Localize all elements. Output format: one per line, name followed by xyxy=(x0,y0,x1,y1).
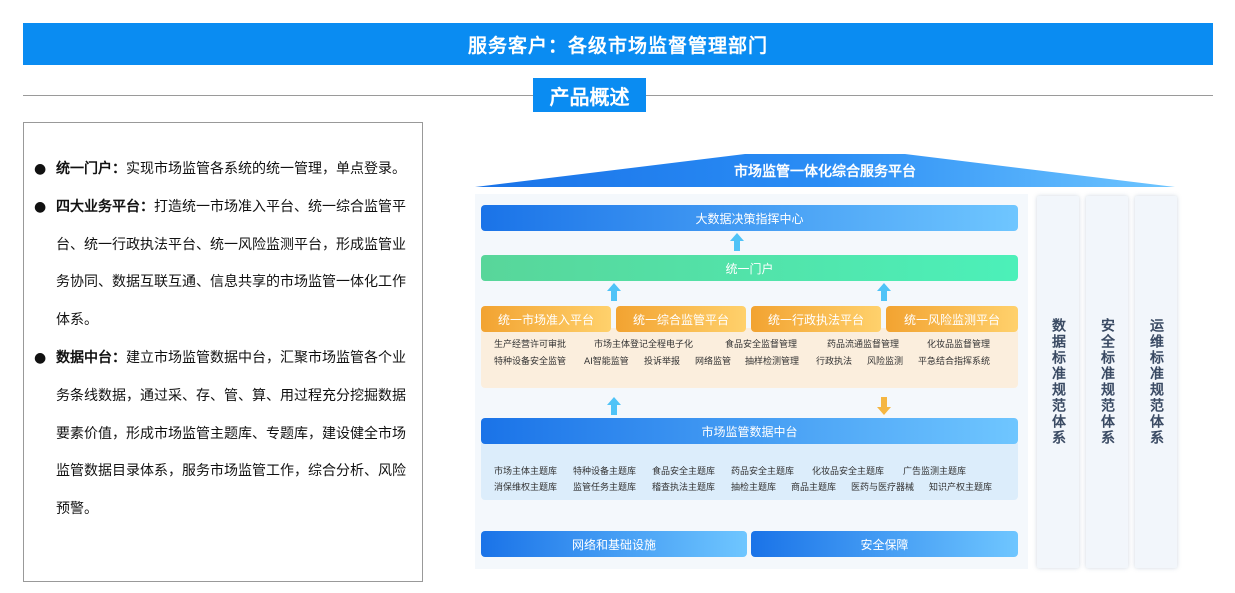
data-item: 消保维权主题库 xyxy=(494,483,558,493)
platform-label: 统一风险监测平台 xyxy=(903,312,1000,327)
data-item: 食品安全主题库 xyxy=(652,467,716,477)
data-item: 化妆品安全主题库 xyxy=(812,467,885,477)
bullet-data-platform: ● 数据中台：建立市场监管数据中台，汇聚市场监管各个业务条线数据，通过采、存、管… xyxy=(34,340,412,529)
data-item: 监管任务主题库 xyxy=(573,483,637,493)
business-item: 药品流通监督管理 xyxy=(827,340,900,350)
pillar-security-standards: 安全标准规范体系 xyxy=(1086,196,1128,568)
decision-center-bar: 大数据决策指挥中心 xyxy=(481,205,1018,231)
data-item: 商品主题库 xyxy=(791,483,837,493)
business-item: 生产经营许可审批 xyxy=(494,340,567,350)
infrastructure-label: 网络和基础设施 xyxy=(571,537,656,552)
arrow-up-icon xyxy=(730,233,744,251)
data-row-2: 消保维权主题库 监管任务主题库 稽查执法主题库 抽检主题库 商品主题库 医药与医… xyxy=(481,480,1018,494)
business-row-2: 特种设备安全监管 AI智能监管 投诉举报 网络监管 抽样检测管理 行政执法 风险… xyxy=(481,354,1018,368)
data-item: 医药与医疗器械 xyxy=(851,483,915,493)
data-row-1: 市场主体主题库 特种设备主题库 食品安全主题库 药品安全主题库 化妆品安全主题库… xyxy=(481,464,1018,478)
pillar-ops-standards: 运维标准规范体系 xyxy=(1135,196,1177,568)
bullet-body: 实现市场监管各系统的统一管理，单点登录。 xyxy=(126,161,406,177)
pillar-label: 数据标准规范体系 xyxy=(1050,318,1066,446)
business-item: 行政执法 xyxy=(816,357,853,367)
pillar-data-standards: 数据标准规范体系 xyxy=(1037,196,1079,568)
architecture-diagram: 市场监管一体化综合服务平台 大数据决策指挥中心 统一门户 生产经营许可审批 市场… xyxy=(465,150,1185,580)
data-item: 特种设备主题库 xyxy=(573,467,637,477)
platform-bar: 统一行政执法平台 xyxy=(751,306,881,332)
arrow-up-icon xyxy=(607,283,621,301)
infrastructure-bar: 网络和基础设施 xyxy=(481,531,747,557)
bullet-title: 统一门户： xyxy=(56,161,126,177)
business-row-1: 生产经营许可审批 市场主体登记全程电子化 食品安全监督管理 药品流通监督管理 化… xyxy=(481,337,1018,351)
platform-label: 统一综合监管平台 xyxy=(632,312,729,327)
pillar-label: 安全标准规范体系 xyxy=(1099,318,1115,446)
pillar-label: 运维标准规范体系 xyxy=(1148,318,1164,446)
roof-title: 市场监管一体化综合服务平台 xyxy=(734,164,916,180)
business-item: 投诉举报 xyxy=(644,357,681,367)
platform-label: 统一行政执法平台 xyxy=(767,312,864,327)
banner-title: 服务客户：各级市场监督管理部门 xyxy=(467,34,768,57)
business-item: 市场主体登记全程电子化 xyxy=(594,340,694,350)
platform-bar: 统一市场准入平台 xyxy=(481,306,611,332)
data-item: 知识产权主题库 xyxy=(929,483,993,493)
business-item: 特种设备安全监管 xyxy=(494,357,567,367)
bullet-portal: ● 统一门户：实现市场监管各系统的统一管理，单点登录。 xyxy=(34,151,412,189)
business-item: 网络监管 xyxy=(695,357,732,367)
arrow-down-icon xyxy=(877,397,891,415)
security-bar: 安全保障 xyxy=(751,531,1018,557)
business-item: 平急结合指挥系统 xyxy=(918,357,991,367)
service-customer-banner: 服务客户：各级市场监督管理部门 xyxy=(23,23,1213,65)
business-item: AI智能监管 xyxy=(584,357,629,367)
bullet-business-platforms: ● 四大业务平台：打造统一市场准入平台、统一综合监管平台、统一行政执法平台、统一… xyxy=(34,189,412,340)
arrow-up-icon xyxy=(877,283,891,301)
platform-bar: 统一综合监管平台 xyxy=(616,306,746,332)
bullet-dot-icon: ● xyxy=(34,349,47,366)
arrow-up-icon xyxy=(607,397,621,415)
data-item: 稽查执法主题库 xyxy=(652,483,716,493)
overview-title: 产品概述 xyxy=(533,78,646,112)
data-item: 市场主体主题库 xyxy=(494,467,558,477)
data-item: 药品安全主题库 xyxy=(731,467,795,477)
bullet-dot-icon: ● xyxy=(34,198,47,215)
business-item: 风险监测 xyxy=(867,357,904,367)
platform-label: 统一市场准入平台 xyxy=(497,312,594,327)
portal-label: 统一门户 xyxy=(725,261,774,276)
data-item: 抽检主题库 xyxy=(731,483,777,493)
bullet-title: 数据中台： xyxy=(56,349,126,366)
data-platform-bar: 市场监管数据中台 xyxy=(481,418,1018,444)
data-items-panel: 市场主体主题库 特种设备主题库 食品安全主题库 药品安全主题库 化妆品安全主题库… xyxy=(481,440,1018,500)
platform-bar: 统一风险监测平台 xyxy=(886,306,1018,332)
bullet-title: 四大业务平台： xyxy=(56,198,154,215)
security-label: 安全保障 xyxy=(860,537,909,552)
business-item: 食品安全监督管理 xyxy=(725,340,798,350)
overview-title-text: 产品概述 xyxy=(549,84,630,109)
data-item: 广告监测主题库 xyxy=(903,467,967,477)
bullet-body: 建立市场监管数据中台，汇聚市场监管各个业务条线数据，通过采、存、管、算、用过程充… xyxy=(56,349,406,518)
description-panel: ● 统一门户：实现市场监管各系统的统一管理，单点登录。 ● 四大业务平台：打造统… xyxy=(23,122,423,582)
business-item: 化妆品监督管理 xyxy=(927,340,991,350)
bullet-dot-icon: ● xyxy=(34,161,47,177)
business-items-panel: 生产经营许可审批 市场主体登记全程电子化 食品安全监督管理 药品流通监督管理 化… xyxy=(481,328,1018,388)
business-item: 抽样检测管理 xyxy=(745,357,800,367)
bullet-body: 打造统一市场准入平台、统一综合监管平台、统一行政执法平台、统一风险监测平台，形成… xyxy=(56,198,406,329)
data-platform-label: 市场监管数据中台 xyxy=(701,424,798,439)
decision-center-label: 大数据决策指挥中心 xyxy=(695,211,804,226)
portal-bar: 统一门户 xyxy=(481,255,1018,281)
